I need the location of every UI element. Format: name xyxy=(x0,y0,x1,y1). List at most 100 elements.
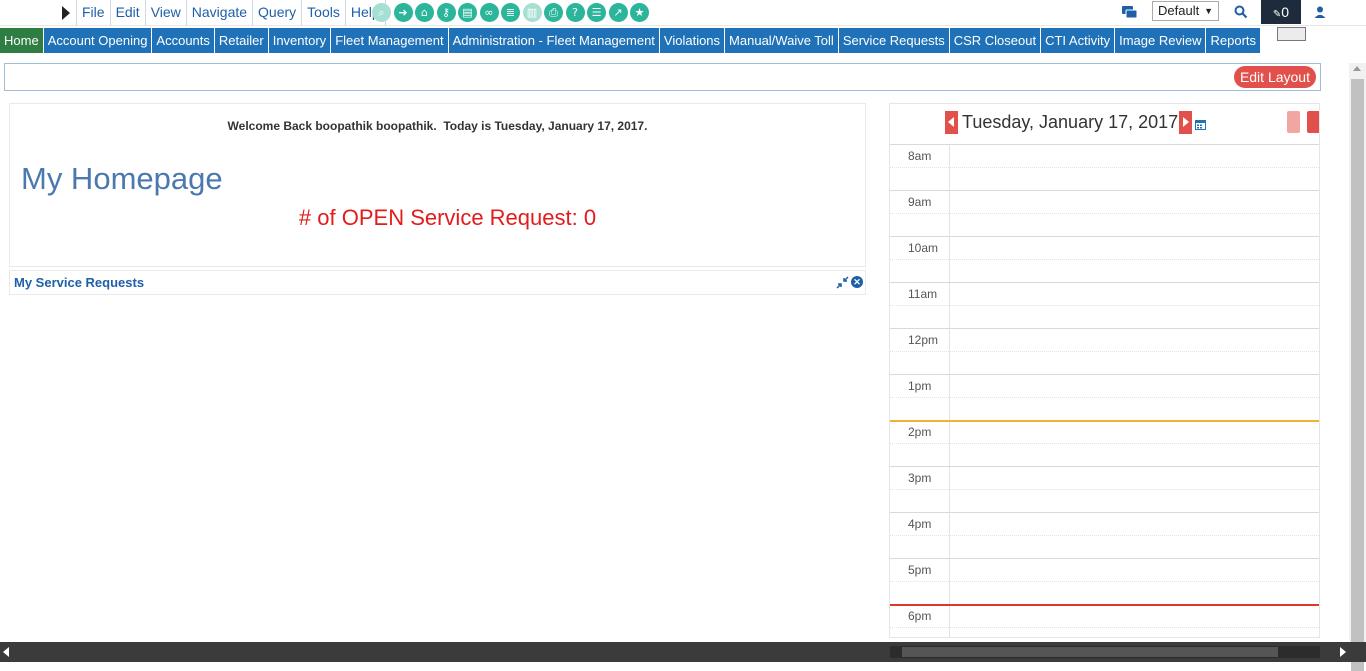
user-icon xyxy=(1314,6,1326,18)
time-slot[interactable] xyxy=(950,605,1319,637)
key-icon[interactable]: ⚷ xyxy=(436,3,456,22)
module-tabs: Home Account Opening Accounts Retailer I… xyxy=(0,28,1262,53)
close-icon[interactable]: ✕ xyxy=(851,276,863,288)
hour-label: 10am xyxy=(890,237,950,283)
layout-select[interactable]: Default ▼ xyxy=(1152,1,1219,21)
hour-label: 2pm xyxy=(890,421,950,467)
time-slot[interactable] xyxy=(950,237,1319,283)
tab-csr-closeout[interactable]: CSR Closeout xyxy=(949,28,1042,53)
tab-manual-waive-toll[interactable]: Manual/Waive Toll xyxy=(725,28,839,53)
go-icon[interactable]: ➜ xyxy=(393,3,413,22)
hour-label: 8am xyxy=(890,145,950,191)
time-slot[interactable] xyxy=(950,145,1319,191)
layout-bar: Edit Layout xyxy=(4,63,1321,91)
clipboard-icon[interactable]: ▤ xyxy=(458,3,477,22)
hour-label: 1pm xyxy=(890,375,950,421)
hour-label: 9am xyxy=(890,191,950,237)
menu-query[interactable]: Query xyxy=(252,0,301,26)
scroll-up-icon[interactable] xyxy=(1353,66,1361,71)
star-icon[interactable]: ★ xyxy=(630,3,649,22)
chat-icon[interactable] xyxy=(1121,5,1138,20)
time-slot[interactable] xyxy=(950,513,1319,559)
service-requests-portlet: My Service Requests ✕ xyxy=(9,270,866,295)
tab-accounts[interactable]: Accounts xyxy=(152,28,215,53)
tab-reports[interactable]: Reports xyxy=(1206,28,1262,53)
search-button[interactable] xyxy=(1226,0,1256,24)
hour-label: 12pm xyxy=(890,329,950,375)
tab-image-review[interactable]: Image Review xyxy=(1115,28,1207,53)
welcome-message: Welcome Back boopathik boopathik. Today … xyxy=(227,119,648,133)
menu-file[interactable]: File xyxy=(76,0,110,26)
calendar-picker-icon[interactable] xyxy=(1195,119,1206,130)
welcome-panel: Welcome Back boopathik boopathik. Today … xyxy=(9,103,866,267)
time-slot[interactable] xyxy=(950,329,1319,375)
more-tabs-button[interactable] xyxy=(1277,27,1306,41)
hour-row: 10am xyxy=(890,236,1319,283)
home-icon[interactable]: ⌂ xyxy=(415,3,434,22)
menu-tools[interactable]: Tools xyxy=(301,0,345,26)
edit-layout-button[interactable]: Edit Layout xyxy=(1233,66,1316,88)
day-view-button[interactable] xyxy=(1287,111,1300,133)
link-icon[interactable]: ∞ xyxy=(479,3,499,22)
menu-bar: File Edit View Navigate Query Tools Help… xyxy=(0,0,1366,26)
time-slot[interactable] xyxy=(950,283,1319,329)
tab-account-opening[interactable]: Account Opening xyxy=(43,28,153,53)
hour-row: 8am xyxy=(890,144,1319,191)
vertical-scrollbar[interactable] xyxy=(1349,63,1366,671)
page-title: My Homepage xyxy=(21,161,223,196)
menu-navigate[interactable]: Navigate xyxy=(185,0,252,26)
time-slot[interactable] xyxy=(950,559,1319,605)
next-day-button[interactable] xyxy=(1179,111,1192,134)
user-button[interactable] xyxy=(1304,0,1336,24)
menu-edit[interactable]: Edit xyxy=(109,0,145,26)
tab-service-requests[interactable]: Service Requests xyxy=(838,28,950,53)
hour-grid: 8am 9am 10am 11am 12pm 1pm 2pm 3pm 4pm 5… xyxy=(890,144,1319,637)
open-service-request-count: # of OPEN Service Request: 0 xyxy=(298,205,597,230)
document-icon[interactable]: ▥ xyxy=(522,3,542,22)
notifications-button[interactable]: ✎0 xyxy=(1261,0,1301,24)
tab-fleet-management[interactable]: Fleet Management xyxy=(331,28,449,53)
month-view-button[interactable] xyxy=(1307,111,1319,133)
hour-row: 2pm xyxy=(890,420,1319,467)
tab-home[interactable]: Home xyxy=(0,28,44,53)
time-slot[interactable] xyxy=(950,421,1319,467)
previous-day-button[interactable] xyxy=(945,111,958,134)
search-tool-icon[interactable]: ⌕ xyxy=(372,3,391,22)
hour-row: 6pm xyxy=(890,604,1319,637)
hour-label: 6pm xyxy=(890,605,950,637)
hour-row: 9am xyxy=(890,190,1319,237)
list-icon[interactable]: ≣ xyxy=(501,3,520,22)
chevron-down-icon: ▼ xyxy=(1204,6,1213,16)
time-slot[interactable] xyxy=(950,375,1319,421)
scroll-left-icon[interactable] xyxy=(3,647,9,657)
tab-retailer[interactable]: Retailer xyxy=(214,28,269,53)
main-menu: File Edit View Navigate Query Tools Help xyxy=(76,0,386,26)
print-icon[interactable]: ⎙ xyxy=(544,3,563,22)
menu-toggle-icon[interactable] xyxy=(62,6,70,20)
menu-view[interactable]: View xyxy=(144,0,186,26)
chart-icon[interactable]: ↗ xyxy=(608,3,628,22)
hour-row: 1pm xyxy=(890,374,1319,421)
current-time-line xyxy=(890,420,1319,422)
hour-label: 3pm xyxy=(890,467,950,513)
scrollbar-thumb[interactable] xyxy=(1351,79,1364,671)
collapse-icon[interactable] xyxy=(836,276,849,289)
tab-violations[interactable]: Violations xyxy=(659,28,726,53)
time-slot[interactable] xyxy=(950,191,1319,237)
calendar-date: Tuesday, January 17, 2017 xyxy=(962,112,1179,132)
scroll-right-icon[interactable] xyxy=(1340,647,1346,657)
calendar-scroll-thumb[interactable] xyxy=(902,647,1278,657)
toolbar-icons: ⌕ ➜ ⌂ ⚷ ▤ ∞ ≣ ▥ ⎙? ☰ ↗ ★ xyxy=(372,3,649,22)
hour-label: 5pm xyxy=(890,559,950,605)
hour-label: 4pm xyxy=(890,513,950,559)
horizontal-scrollbar[interactable] xyxy=(0,642,1366,662)
tab-inventory[interactable]: Inventory xyxy=(268,28,332,53)
tab-administration-fleet-management[interactable]: Administration - Fleet Management xyxy=(448,28,660,53)
day-calendar: Tuesday, January 17, 2017 8am 9am 10am 1… xyxy=(889,103,1320,638)
time-slot[interactable] xyxy=(950,467,1319,513)
tab-cti-activity[interactable]: CTI Activity xyxy=(1041,28,1116,53)
notes-icon[interactable]: ☰ xyxy=(587,3,606,22)
help-icon[interactable]: ? xyxy=(565,3,585,22)
search-icon xyxy=(1234,5,1248,19)
hour-row: 4pm xyxy=(890,512,1319,559)
